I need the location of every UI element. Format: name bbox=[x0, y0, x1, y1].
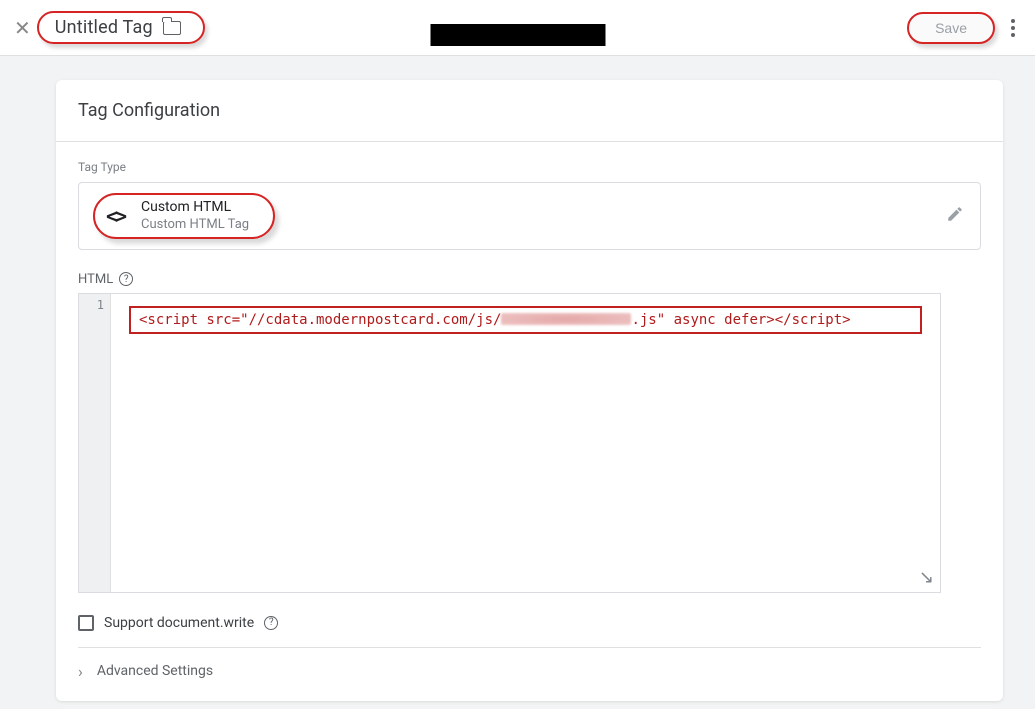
advanced-settings-toggle[interactable]: › Advanced Settings bbox=[78, 662, 981, 685]
more-menu-icon[interactable] bbox=[1005, 13, 1021, 43]
folder-icon[interactable] bbox=[163, 21, 181, 35]
tag-configuration-card: Tag Configuration Tag Type <> Custom HTM… bbox=[56, 80, 1003, 701]
html-section-label: HTML bbox=[78, 272, 113, 287]
card-title: Tag Configuration bbox=[56, 80, 1003, 142]
resize-handle-icon[interactable]: ↘ bbox=[919, 567, 934, 588]
tag-type-box: <> Custom HTML Custom HTML Tag bbox=[78, 182, 981, 250]
tag-title-text: Untitled Tag bbox=[55, 17, 153, 38]
tag-title-field[interactable]: Untitled Tag bbox=[37, 11, 205, 44]
redacted-filename bbox=[501, 313, 631, 325]
chevron-right-icon: › bbox=[78, 662, 83, 681]
line-number: 1 bbox=[79, 298, 104, 312]
help-icon[interactable]: ? bbox=[119, 272, 133, 286]
editor-gutter: 1 bbox=[79, 294, 111, 592]
support-document-write-label: Support document.write bbox=[104, 615, 254, 631]
close-icon[interactable]: ✕ bbox=[14, 16, 31, 40]
code-icon: <> bbox=[101, 202, 129, 230]
header-bar: ✕ Untitled Tag Save bbox=[0, 0, 1035, 56]
advanced-settings-label: Advanced Settings bbox=[97, 663, 213, 679]
code-line: <script src="//cdata.modernpostcard.com/… bbox=[129, 306, 922, 334]
tag-type-label: Tag Type bbox=[78, 160, 981, 174]
tag-type-subtitle: Custom HTML Tag bbox=[141, 217, 249, 233]
editor-code-area[interactable]: <script src="//cdata.modernpostcard.com/… bbox=[111, 294, 940, 592]
tag-type-name: Custom HTML bbox=[141, 199, 249, 217]
save-button[interactable]: Save bbox=[907, 12, 995, 44]
redacted-region bbox=[430, 24, 605, 46]
help-icon[interactable]: ? bbox=[264, 616, 278, 630]
divider bbox=[78, 647, 981, 648]
html-code-editor[interactable]: 1 <script src="//cdata.modernpostcard.co… bbox=[78, 293, 941, 593]
support-document-write-checkbox[interactable] bbox=[78, 615, 94, 631]
edit-tag-type-icon[interactable] bbox=[946, 205, 964, 227]
tag-type-selector[interactable]: <> Custom HTML Custom HTML Tag bbox=[93, 193, 275, 239]
